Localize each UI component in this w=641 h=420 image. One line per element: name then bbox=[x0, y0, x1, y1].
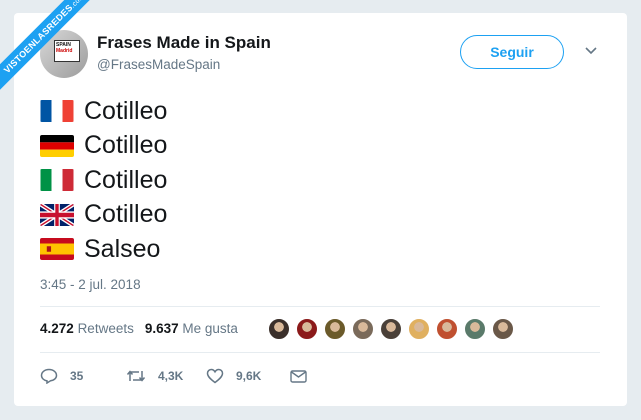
tweet-line-text: Cotilleo bbox=[84, 131, 168, 160]
envelope-icon bbox=[290, 369, 307, 383]
tweet-line-text: Cotilleo bbox=[84, 200, 168, 229]
spain-flag-icon bbox=[40, 238, 74, 261]
uk-flag-icon bbox=[40, 203, 74, 226]
tweet-stats: 4.272 Retweets 9.637 Me gusta bbox=[40, 321, 249, 336]
tweet-line-text: Cotilleo bbox=[84, 165, 168, 194]
retweet-button[interactable]: 4,3K bbox=[126, 369, 206, 383]
retweets-stat[interactable]: 4.272 Retweets bbox=[40, 321, 134, 336]
tweet-text: Cotilleo Cotilleo Cotilleo Cotilleo Sals bbox=[40, 94, 167, 267]
liker-avatar[interactable] bbox=[296, 318, 318, 340]
follow-button[interactable]: Seguir bbox=[460, 35, 564, 69]
account-handle[interactable]: @FrasesMadeSpain bbox=[97, 57, 220, 72]
reply-count: 35 bbox=[70, 369, 84, 383]
tweet-actions: 35 4,3K 9,6K bbox=[40, 368, 319, 384]
liker-avatar[interactable] bbox=[436, 318, 458, 340]
liker-avatar[interactable] bbox=[492, 318, 514, 340]
heart-icon bbox=[206, 368, 224, 384]
watermark-text: VISTOENLASREDES.com bbox=[0, 0, 107, 96]
germany-flag-icon bbox=[40, 134, 74, 157]
liker-avatar[interactable] bbox=[268, 318, 290, 340]
liker-avatar[interactable] bbox=[380, 318, 402, 340]
retweet-count: 4,3K bbox=[158, 369, 184, 383]
watermark-ribbon: VISTOENLASREDES.com bbox=[0, 0, 110, 110]
tweet-line-text: Salseo bbox=[84, 234, 161, 263]
divider bbox=[40, 352, 600, 353]
tweet-timestamp[interactable]: 3:45 - 2 jul. 2018 bbox=[40, 277, 141, 292]
reply-icon bbox=[40, 368, 58, 384]
tweet-line: Cotilleo bbox=[40, 198, 167, 233]
retweet-icon bbox=[126, 370, 146, 382]
liker-avatar[interactable] bbox=[324, 318, 346, 340]
chevron-down-icon[interactable] bbox=[585, 46, 597, 56]
liker-avatar[interactable] bbox=[352, 318, 374, 340]
reply-button[interactable]: 35 bbox=[40, 368, 126, 384]
likers-avatars bbox=[268, 318, 520, 340]
tweet-line: Cotilleo bbox=[40, 129, 167, 164]
like-button[interactable]: 9,6K bbox=[206, 368, 290, 384]
italy-flag-icon bbox=[40, 169, 74, 192]
likes-stat[interactable]: 9.637 Me gusta bbox=[145, 321, 238, 336]
tweet-line: Salseo bbox=[40, 232, 167, 267]
liker-avatar[interactable] bbox=[464, 318, 486, 340]
liker-avatar[interactable] bbox=[408, 318, 430, 340]
message-button[interactable] bbox=[290, 369, 319, 383]
like-count: 9,6K bbox=[236, 369, 262, 383]
account-name[interactable]: Frases Made in Spain bbox=[97, 33, 271, 53]
tweet-line: Cotilleo bbox=[40, 163, 167, 198]
divider bbox=[40, 306, 600, 307]
